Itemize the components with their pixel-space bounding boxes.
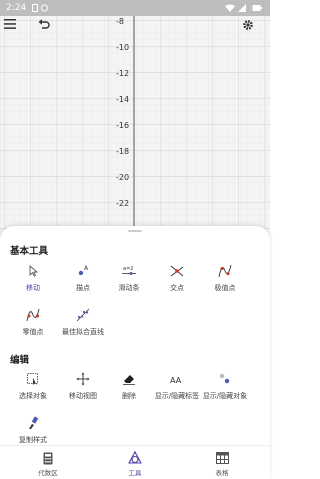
section-title-edit: 编辑 [10,355,30,366]
tool-show-hide-object[interactable]: 显示/隐藏对象 [198,369,252,401]
signal-icon [238,4,246,15]
y-axis-label: -8 [116,17,124,26]
slider-icon: a=2 [122,266,136,275]
menu-button[interactable] [4,19,28,43]
undo-icon [38,19,50,29]
tool-delete[interactable]: 删除 [102,369,156,401]
roots-icon [26,308,40,322]
y-axis-label: -18 [116,147,130,156]
tool-copy-style[interactable]: 复制样式 [6,413,60,445]
eraser-icon [123,375,135,385]
bottom-nav: 代数区 工具 表格 [0,445,270,479]
tool-move[interactable]: 移动 [6,261,60,293]
show-hide-object-icon [219,373,230,384]
copy-style-icon [29,416,39,429]
status-time: 2:24 [6,3,27,13]
nav-table[interactable]: 表格 [192,450,252,477]
tool-intersect[interactable]: 交点 [150,261,204,293]
svg-text:a=2: a=2 [123,266,133,272]
y-axis-label: -14 [116,95,130,104]
menu-icon [4,19,16,29]
tool-roots[interactable]: 零值点 [6,305,60,337]
y-axis-label: -20 [116,173,130,182]
grid [0,16,270,236]
select-icon [27,373,38,386]
undo-button[interactable] [38,19,62,43]
sim-icon [32,4,38,15]
section-title-basic: 基本工具 [10,246,49,257]
tools-panel: 基本工具 移动 A 描点 a=2 滑动条 交点 极值点 零值点 最佳拟合直线 编… [0,226,270,479]
svg-text:A: A [84,265,89,272]
drag-handle[interactable] [128,230,142,232]
battery-icon [252,4,262,15]
calculator-icon [43,452,53,464]
svg-text:AA: AA [170,376,182,385]
y-axis-label: -16 [116,121,130,130]
intersect-icon [170,265,184,277]
nav-algebra[interactable]: 代数区 [18,450,78,477]
tool-extremum[interactable]: 极值点 [198,261,252,293]
show-hide-label-icon: AA [170,376,182,385]
tool-show-hide-label[interactable]: AA 显示/隐藏标签 [150,369,204,401]
status-bar: 2:24 [0,0,270,16]
y-axis-label: -22 [116,199,130,208]
point-icon: A [78,265,89,276]
tool-slider[interactable]: a=2 滑动条 [102,261,156,293]
y-axis-label: -12 [116,69,130,78]
extremum-icon [218,264,232,278]
tool-select[interactable]: 选择对象 [6,369,60,401]
settings-button[interactable] [242,19,266,43]
nav-tools[interactable]: 工具 [105,450,165,477]
wifi-icon [225,4,235,15]
move-pointer-icon [29,265,39,277]
gear-icon [243,20,253,30]
best-fit-line-icon [76,308,90,322]
move-view-icon [76,372,90,386]
graphics-view[interactable]: -8-10-12-14-16-18-20-22-24 [0,16,270,236]
notification-icon [41,4,48,15]
y-axis-label: -10 [116,43,130,52]
tool-best-fit-line[interactable]: 最佳拟合直线 [56,305,110,337]
tools-icon [128,451,142,464]
table-icon [215,452,229,464]
